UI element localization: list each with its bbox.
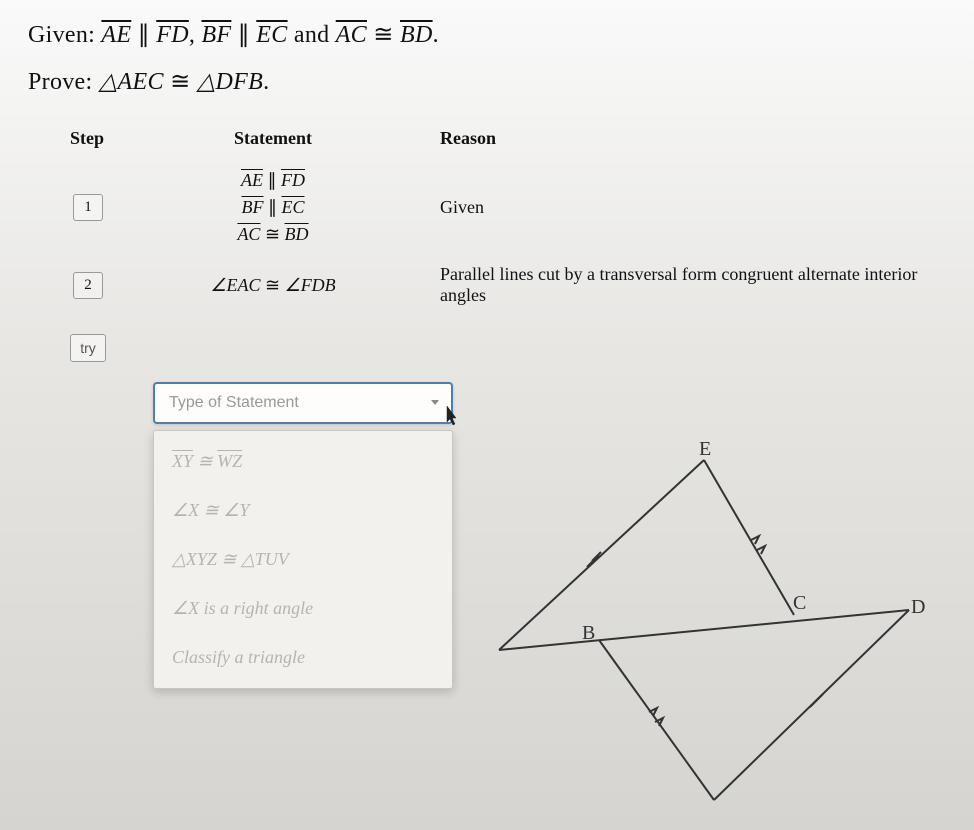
statement-type-dropdown[interactable]: Type of Statement XY ≅ WZ ∠X ≅ ∠Y △XYZ ≅… bbox=[153, 382, 453, 689]
step-number-2[interactable]: 2 bbox=[73, 272, 103, 299]
dropdown-option-rightangle[interactable]: ∠X is a right angle bbox=[154, 584, 452, 633]
vertex-d: D bbox=[911, 596, 925, 619]
prove-label: Prove: bbox=[28, 69, 99, 95]
dropdown-option-triangle[interactable]: △XYZ ≅ △TUV bbox=[154, 535, 452, 584]
geometry-diagram: E C D B bbox=[479, 420, 939, 810]
dropdown-option-segment[interactable]: XY ≅ WZ bbox=[154, 437, 452, 486]
seg-fd: FD bbox=[156, 22, 189, 48]
stmt-1c: AC ≅ BD bbox=[130, 221, 416, 248]
seg-bd: BD bbox=[400, 22, 433, 48]
step-number-1[interactable]: 1 bbox=[73, 194, 103, 221]
vertex-c: C bbox=[793, 592, 806, 615]
try-button[interactable]: try bbox=[70, 334, 106, 362]
table-row: 1 AE ∥ FD BF ∥ EC AC ≅ BD Given bbox=[58, 159, 974, 256]
dropdown-menu: XY ≅ WZ ∠X ≅ ∠Y △XYZ ≅ △TUV ∠X is a righ… bbox=[153, 430, 453, 689]
table-row: 2 ∠EAC ≅ ∠FDB Parallel lines cut by a tr… bbox=[58, 256, 974, 314]
header-statement: Statement bbox=[118, 118, 428, 159]
prove-line: Prove: △AEC ≅ △DFB. bbox=[28, 67, 946, 96]
reason-2: Parallel lines cut by a transversal form… bbox=[428, 256, 974, 314]
header-step: Step bbox=[58, 118, 118, 159]
stmt-1b: BF ∥ EC bbox=[130, 194, 416, 221]
stmt-2: ∠EAC ≅ ∠FDB bbox=[130, 272, 416, 299]
dropdown-option-classify[interactable]: Classify a triangle bbox=[154, 633, 452, 682]
table-row-try: try bbox=[58, 314, 974, 370]
header-row: Step Statement Reason bbox=[58, 118, 974, 159]
seg-ae: AE bbox=[101, 22, 131, 48]
given-line: Given: AE ∥ FD, BF ∥ EC and AC ≅ BD. bbox=[28, 20, 946, 49]
dropdown-select[interactable]: Type of Statement bbox=[153, 382, 453, 424]
seg-bf: BF bbox=[201, 22, 231, 48]
dropdown-option-angle[interactable]: ∠X ≅ ∠Y bbox=[154, 486, 452, 535]
seg-ec: EC bbox=[256, 22, 287, 48]
tri-aec: AEC bbox=[118, 69, 164, 95]
tri-dfb: DFB bbox=[216, 69, 264, 95]
proof-table: Step Statement Reason 1 AE ∥ FD BF ∥ EC … bbox=[58, 118, 974, 370]
seg-ac: AC bbox=[336, 22, 367, 48]
reason-1: Given bbox=[428, 159, 974, 256]
vertex-b: B bbox=[582, 622, 595, 645]
given-label: Given: bbox=[28, 22, 101, 48]
header-reason: Reason bbox=[428, 118, 974, 159]
vertex-e: E bbox=[699, 438, 711, 461]
dropdown-placeholder: Type of Statement bbox=[169, 394, 299, 411]
stmt-1a: AE ∥ FD bbox=[130, 167, 416, 194]
